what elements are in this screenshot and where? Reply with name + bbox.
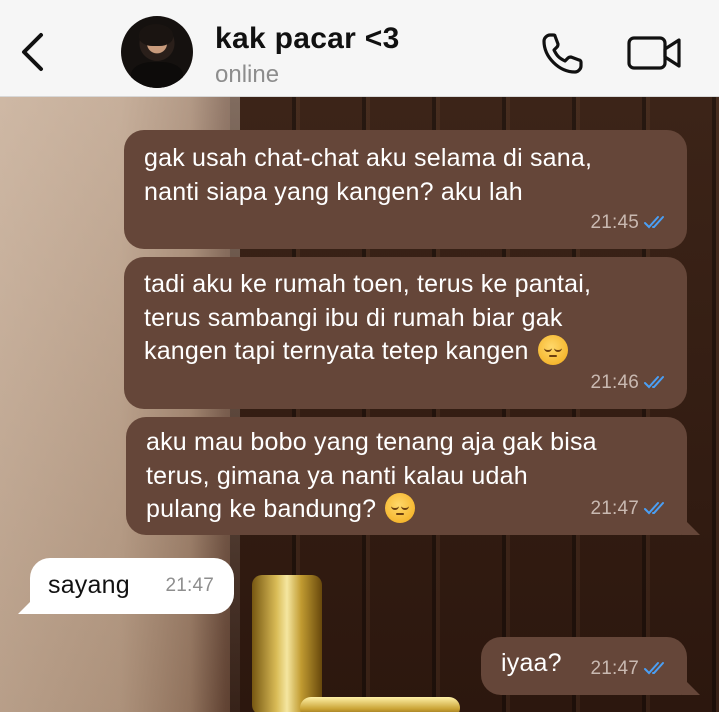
message-line: pulang ke bandung? — [146, 495, 377, 523]
message-text: aku mau bobo yang tenang aja gak bisa te… — [146, 426, 597, 527]
chevron-left-icon — [22, 33, 43, 71]
message-meta: 21:45 — [590, 206, 669, 240]
message-bubble-outgoing[interactable]: aku mau bobo yang tenang aja gak bisa te… — [126, 417, 687, 535]
avatar-body — [131, 62, 183, 88]
pensive-face-emoji-icon — [537, 335, 568, 365]
wallpaper-door-handle-plate — [252, 575, 322, 712]
wallpaper-door-handle — [300, 697, 460, 712]
message-text: sayang — [48, 569, 130, 603]
message-time: 21:46 — [590, 371, 639, 393]
message-line: gak usah chat-chat aku selama di sana, — [144, 144, 593, 172]
message-line: sayang — [48, 571, 130, 599]
message-meta: 21:47 — [165, 569, 214, 603]
message-text: tadi aku ke rumah toen, terus ke pantai,… — [144, 268, 591, 369]
message-line: terus sambangi ibu di rumah biar gak — [144, 303, 563, 332]
contact-name[interactable]: kak pacar <3 — [215, 22, 400, 56]
contact-avatar[interactable] — [121, 16, 193, 88]
message-line: iyaa? — [501, 649, 562, 677]
message-line: aku mau bobo yang tenang aja gak bisa — [146, 428, 597, 456]
message-meta: 21:47 — [590, 652, 669, 686]
read-receipt-icon — [644, 662, 664, 675]
read-receipt-icon — [644, 216, 664, 229]
phone-icon — [542, 33, 583, 74]
message-line: tadi aku ke rumah toen, terus ke pantai, — [144, 270, 592, 298]
message-bubble-incoming[interactable]: sayang 21:47 — [30, 558, 234, 614]
message-time: 21:47 — [165, 574, 214, 596]
message-time: 21:45 — [590, 211, 639, 233]
chat-header: kak pacar <3 online — [0, 0, 719, 97]
message-meta: 21:47 — [590, 492, 669, 526]
message-line: kangen tapi ternyata tetep kangen — [144, 337, 529, 365]
message-text: iyaa? — [501, 647, 562, 681]
message-bubble-outgoing[interactable]: iyaa? 21:47 — [481, 637, 687, 695]
message-line: nanti siapa yang kangen? aku lah — [144, 177, 523, 206]
read-receipt-icon — [644, 376, 664, 389]
read-receipt-icon — [644, 502, 664, 515]
video-call-button[interactable] — [626, 34, 682, 72]
video-camera-icon — [627, 36, 681, 70]
avatar-hair — [139, 24, 173, 46]
message-time: 21:47 — [590, 657, 639, 679]
back-button[interactable] — [12, 26, 52, 78]
voice-call-button[interactable] — [540, 30, 586, 76]
message-bubble-outgoing[interactable]: gak usah chat-chat aku selama di sana, n… — [124, 130, 687, 249]
message-line: terus, gimana ya nanti kalau udah — [146, 461, 528, 490]
message-meta: 21:46 — [590, 366, 669, 400]
message-bubble-outgoing[interactable]: tadi aku ke rumah toen, terus ke pantai,… — [124, 257, 687, 409]
contact-status: online — [215, 61, 280, 88]
message-time: 21:47 — [590, 497, 639, 519]
pensive-face-emoji-icon — [385, 493, 416, 523]
message-text: gak usah chat-chat aku selama di sana, n… — [144, 142, 592, 209]
